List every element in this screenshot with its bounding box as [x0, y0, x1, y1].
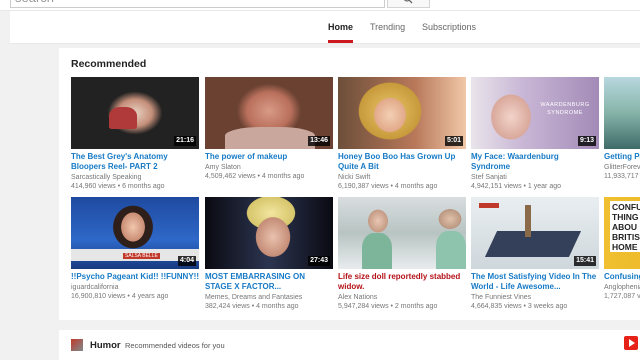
video-duration: 13:46 — [308, 136, 330, 146]
video-duration: 4:04 — [177, 256, 196, 266]
video-card[interactable]: 27:43 MOST EMBARRASING ON STAGE X FACTOR… — [205, 197, 333, 311]
video-thumbnail[interactable]: SALSA BELLE 4:04 — [71, 197, 199, 269]
video-thumbnail[interactable]: 5:01 — [338, 77, 466, 149]
video-card[interactable]: 13:46 The power of makeup Amy Slaton 4,5… — [205, 77, 333, 181]
video-meta: 11,933,717 — [604, 173, 639, 180]
top-bar: search — [0, 0, 640, 11]
video-meta: 16,900,810 views • 4 years ago — [71, 293, 169, 300]
active-tab-indicator — [328, 40, 353, 43]
video-card[interactable]: SALSA BELLE 4:04 !!Psycho Pageant Kid!! … — [71, 197, 199, 301]
section-title: Recommended — [71, 58, 147, 70]
video-thumbnail[interactable]: 21:16 — [71, 77, 199, 149]
video-card[interactable]: 21:16 The Best Grey's Anatomy Bloopers R… — [71, 77, 199, 191]
video-thumbnail[interactable] — [604, 77, 640, 149]
thumbnail-overlay-text: WAARDENBURG SYNDROME — [540, 102, 590, 116]
video-thumbnail[interactable]: 27:43 — [205, 197, 333, 269]
thumbnail-overlay-text: SALSA BELLE — [123, 253, 160, 259]
thumbnail-overlay-text: CONFUS THING ABOU BRITIS HOME — [610, 201, 640, 252]
video-title[interactable]: !!Psycho Pageant Kid!! !!FUNNY!! — [71, 272, 199, 282]
video-duration: 27:43 — [308, 256, 330, 266]
video-card[interactable]: 5:01 Honey Boo Boo Has Grown Up Quite A … — [338, 77, 466, 191]
video-channel[interactable]: Alex Nations — [338, 293, 466, 302]
video-duration: 5:01 — [444, 136, 463, 146]
video-channel[interactable]: Amy Slaton — [205, 163, 333, 172]
video-card[interactable]: Getting Pe Before & A GlitterForev 11,93… — [604, 77, 640, 181]
video-channel[interactable]: Sarcastically Speaking — [71, 173, 199, 182]
video-thumbnail[interactable]: CONFUS THING ABOU BRITIS HOME — [604, 197, 640, 269]
video-title[interactable]: The Best Grey's Anatomy Bloopers Reel- P… — [71, 152, 199, 172]
video-meta: 4,509,462 views • 4 months ago — [205, 173, 305, 180]
video-meta: 4,664,835 views • 3 weeks ago — [471, 303, 568, 310]
video-card[interactable]: WAARDENBURG SYNDROME 9:13 My Face: Waard… — [471, 77, 599, 191]
video-title[interactable]: Life size doll reportedly stabbed widow. — [338, 272, 466, 292]
search-input[interactable]: search — [10, 0, 385, 8]
video-card[interactable]: 15:41 The Most Satisfying Video In The W… — [471, 197, 599, 311]
video-channel[interactable]: The Funniest Vines — [471, 293, 599, 302]
video-channel[interactable]: Stef Sanjati — [471, 173, 599, 182]
humor-subtitle: Recommended videos for you — [125, 341, 225, 350]
video-meta: 1,727,087 v — [604, 293, 640, 300]
tab-trending[interactable]: Trending — [370, 22, 405, 32]
video-channel[interactable]: Memes, Dreams and Fantasies — [205, 293, 333, 302]
search-button[interactable] — [387, 0, 430, 8]
video-thumbnail[interactable]: 13:46 — [205, 77, 333, 149]
video-card[interactable]: CONFUS THING ABOU BRITIS HOME Confusing … — [604, 197, 640, 301]
video-meta: 5,947,284 views • 2 months ago — [338, 303, 438, 310]
humor-title[interactable]: Humor — [90, 340, 121, 351]
video-title[interactable]: Confusing British Ho — [604, 272, 640, 282]
video-duration: 9:13 — [577, 136, 596, 146]
search-icon — [404, 0, 413, 4]
video-title[interactable]: Honey Boo Boo Has Grown Up Quite A Bit — [338, 152, 466, 172]
video-meta: 6,190,387 views • 4 months ago — [338, 183, 438, 190]
tab-subscriptions[interactable]: Subscriptions — [422, 22, 476, 32]
video-duration: 15:41 — [574, 256, 596, 266]
video-channel[interactable]: Nicki Swift — [338, 173, 466, 182]
channel-avatar[interactable] — [71, 339, 83, 351]
video-title[interactable]: MOST EMBARRASING ON STAGE X FACTOR... — [205, 272, 333, 292]
video-meta: 414,960 views • 6 months ago — [71, 183, 165, 190]
video-meta: 4,942,151 views • 1 year ago — [471, 183, 562, 190]
video-card[interactable]: Life size doll reportedly stabbed widow.… — [338, 197, 466, 311]
video-title[interactable]: My Face: Waardenburg Syndrome — [471, 152, 599, 172]
video-title[interactable]: Getting Pe Before & A — [604, 152, 640, 162]
video-thumbnail[interactable]: WAARDENBURG SYNDROME 9:13 — [471, 77, 599, 149]
humor-section: Humor Recommended videos for you — [59, 330, 640, 360]
video-title[interactable]: The power of makeup — [205, 152, 333, 162]
video-thumbnail[interactable] — [338, 197, 466, 269]
tab-home[interactable]: Home — [328, 22, 353, 32]
video-title[interactable]: The Most Satisfying Video In The World -… — [471, 272, 599, 292]
video-channel[interactable]: GlitterForev — [604, 163, 640, 172]
video-channel[interactable]: iguardcalifornia — [71, 283, 199, 292]
nav-tabs: Home Trending Subscriptions — [10, 11, 640, 44]
video-channel[interactable]: Anglophenia — [604, 283, 640, 292]
video-meta: 382,424 views • 4 months ago — [205, 303, 299, 310]
video-thumbnail[interactable]: 15:41 — [471, 197, 599, 269]
recommended-section: Recommended 21:16 The Best Grey's Anatom… — [59, 48, 640, 320]
video-duration: 21:16 — [174, 136, 196, 146]
youtube-play-icon[interactable] — [624, 336, 638, 350]
